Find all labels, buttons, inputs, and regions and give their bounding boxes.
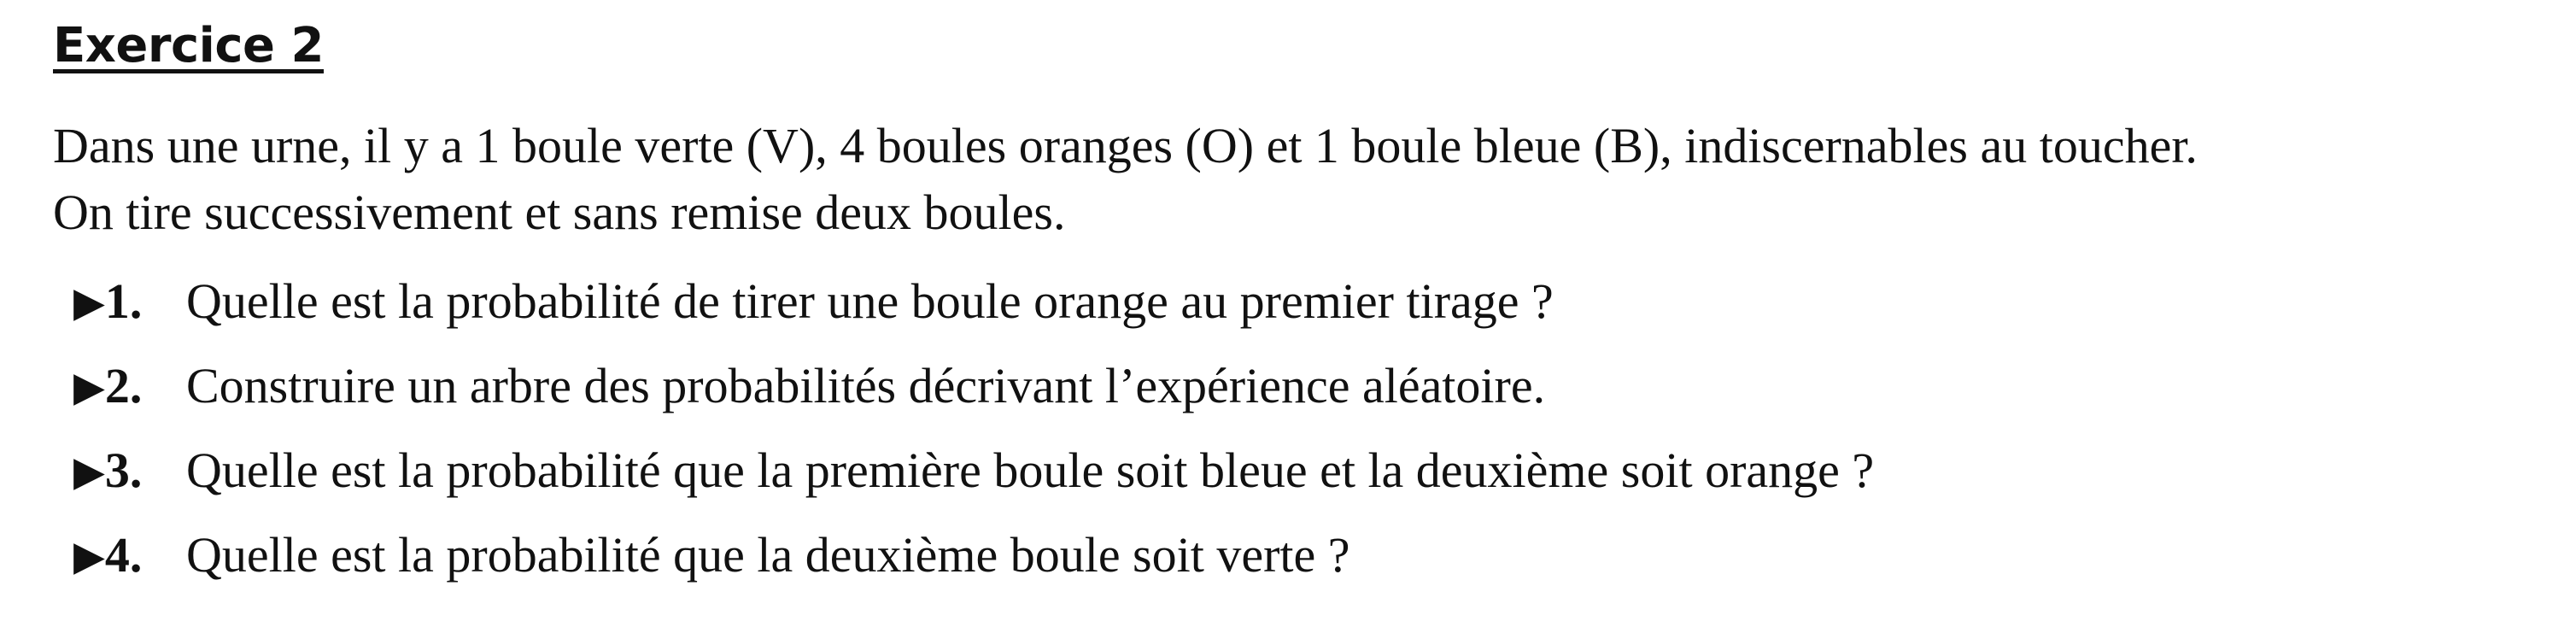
question-text: Quelle est la probabilité que la premièr… bbox=[186, 442, 1875, 498]
question-marker: ▶3. bbox=[73, 437, 186, 507]
question-number: 2. bbox=[104, 358, 143, 413]
exercise-title: Exercice 2 bbox=[53, 18, 325, 73]
question-marker: ▶1. bbox=[73, 267, 186, 337]
question-text: Construire un arbre des probabilités déc… bbox=[186, 358, 1546, 413]
triangle-right-icon: ▶ bbox=[73, 534, 105, 579]
intro-line-1: Dans une urne, il y a 1 boule verte (V),… bbox=[53, 118, 2198, 173]
question-marker: ▶2. bbox=[73, 352, 186, 422]
question-text: Quelle est la probabilité de tirer une b… bbox=[186, 273, 1554, 329]
question-2: ▶2. Construire un arbre des probabilités … bbox=[73, 352, 1545, 420]
question-marker: ▶4. bbox=[73, 521, 186, 591]
triangle-right-icon: ▶ bbox=[73, 449, 105, 495]
question-text: Quelle est la probabilité que la deuxièm… bbox=[186, 527, 1350, 583]
question-4: ▶4. Quelle est la probabilité que la deux… bbox=[73, 521, 1350, 589]
question-1: ▶1. Quelle est la probabilité de tirer un… bbox=[73, 267, 1554, 336]
triangle-right-icon: ▶ bbox=[73, 365, 105, 410]
triangle-right-icon: ▶ bbox=[73, 280, 105, 325]
exercise-intro: Dans une urne, il y a 1 boule verte (V),… bbox=[53, 113, 2564, 246]
question-number: 1. bbox=[104, 273, 143, 329]
intro-line-2: On tire successivement et sans remise de… bbox=[53, 185, 1066, 240]
question-number: 3. bbox=[104, 442, 143, 498]
question-3: ▶3. Quelle est la probabilité que la prem… bbox=[73, 437, 1874, 505]
question-number: 4. bbox=[104, 527, 143, 583]
exercise-page: Exercice 2 Dans une urne, il y a 1 boule… bbox=[0, 0, 2576, 627]
